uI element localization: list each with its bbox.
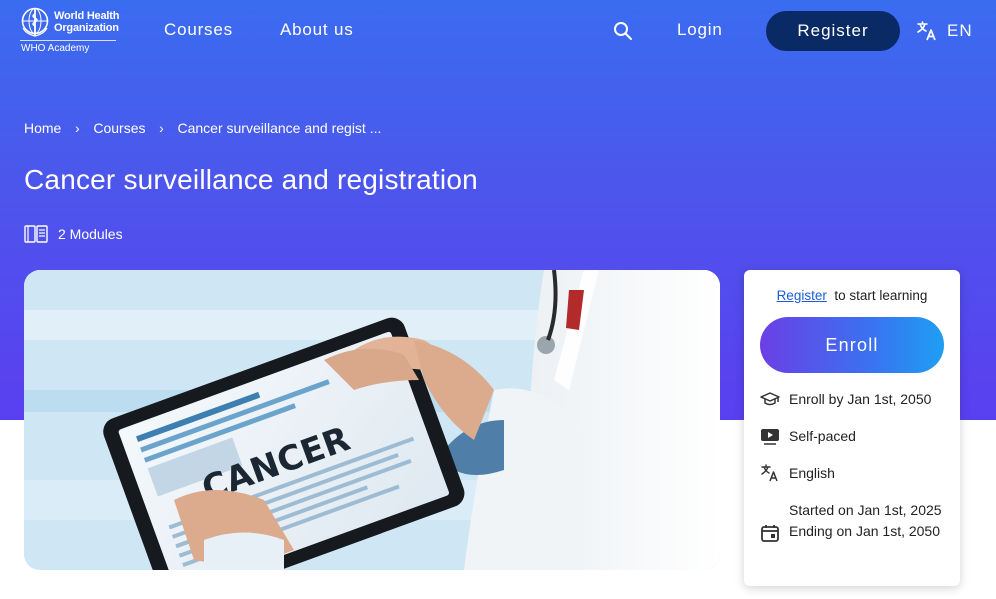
language-text: English [789, 465, 835, 481]
breadcrumb-separator: › [159, 120, 164, 136]
play-video-icon [761, 429, 779, 445]
modules-label: 2 Modules [58, 226, 123, 242]
course-hero-image: CANCER [24, 270, 720, 570]
enroll-button[interactable]: Enroll [760, 317, 944, 373]
logo-divider [20, 40, 116, 41]
translate-icon[interactable] [916, 20, 938, 42]
who-emblem-icon [21, 7, 49, 37]
breadcrumb: Home › Courses › Cancer surveillance and… [24, 120, 381, 136]
start-date: Started on Jan 1st, 2025 [789, 502, 942, 518]
end-date: Ending on Jan 1st, 2050 [789, 523, 941, 539]
book-icon [24, 225, 48, 243]
breadcrumb-home[interactable]: Home [24, 120, 61, 136]
translate-icon [761, 464, 778, 482]
nav-courses[interactable]: Courses [164, 20, 233, 40]
graduation-cap-icon [760, 392, 780, 406]
pace-row: Self-paced [760, 426, 856, 447]
dates-text: Started on Jan 1st, 2025 Ending on Jan 1… [789, 500, 949, 542]
register-prompt-text: to start learning [834, 288, 928, 303]
language-selector[interactable]: EN [947, 21, 973, 41]
login-link[interactable]: Login [677, 20, 723, 40]
register-link[interactable]: Register [777, 288, 827, 303]
doctor-tablet-illustration: CANCER [24, 270, 720, 570]
dates-row: Started on Jan 1st, 2025 Ending on Jan 1… [760, 500, 949, 543]
enroll-by-text: Enroll by Jan 1st, 2050 [789, 391, 932, 407]
search-icon[interactable] [613, 21, 633, 41]
who-logo[interactable]: World Health Organization WHO Academy [18, 6, 128, 56]
language-row: English [760, 463, 835, 484]
register-button[interactable]: Register [766, 11, 900, 51]
register-prompt: Register to start learning [744, 288, 960, 303]
breadcrumb-current: Cancer surveillance and regist ... [177, 120, 382, 136]
logo-title-line1: World Health [54, 10, 120, 22]
nav-about-us[interactable]: About us [280, 20, 354, 40]
logo-subtitle: WHO Academy [21, 43, 90, 54]
enroll-by-row: Enroll by Jan 1st, 2050 [760, 389, 931, 410]
calendar-icon [761, 525, 779, 542]
breadcrumb-courses[interactable]: Courses [93, 120, 145, 136]
modules-count: 2 Modules [24, 224, 123, 244]
pace-text: Self-paced [789, 428, 856, 444]
page-title: Cancer surveillance and registration [24, 164, 478, 195]
enroll-card: Register to start learning Enroll Enroll… [744, 270, 960, 586]
top-navigation: World Health Organization WHO Academy Co… [0, 0, 996, 62]
logo-title-line2: Organization [54, 22, 119, 34]
breadcrumb-separator: › [75, 120, 80, 136]
